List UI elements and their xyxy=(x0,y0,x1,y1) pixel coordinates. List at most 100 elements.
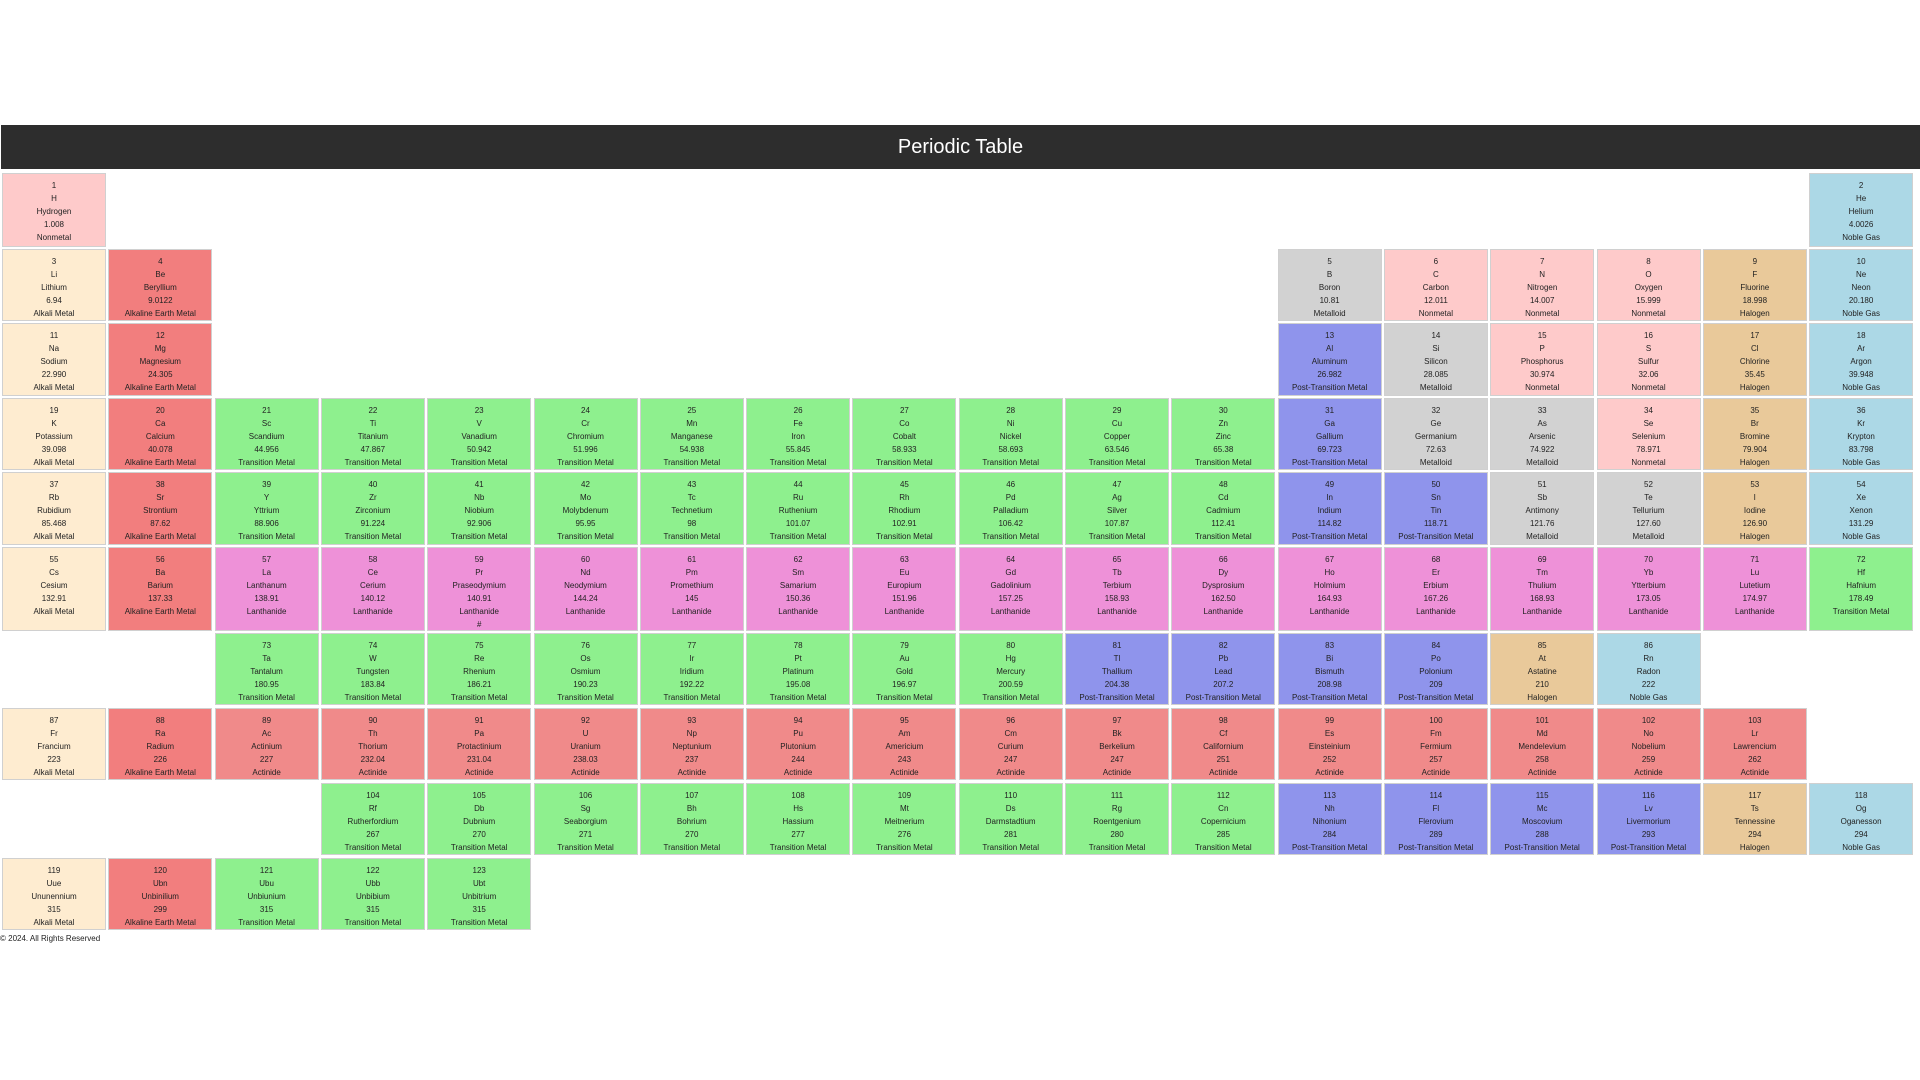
element-cell-eu[interactable]: 63 Eu Europium 151.96 Lanthanide xyxy=(852,547,957,631)
element-cell-pa[interactable]: 91 Pa Protactinium 231.04 Actinide xyxy=(427,708,532,780)
element-cell-zn[interactable]: 30 Zn Zinc 65.38 Transition Metal xyxy=(1171,398,1276,470)
element-cell-ac[interactable]: 89 Ac Actinium 227 Actinide xyxy=(214,708,319,780)
element-cell-co[interactable]: 27 Co Cobalt 58.933 Transition Metal xyxy=(852,398,957,470)
element-cell-ge[interactable]: 32 Ge Germanium 72.63 Metalloid xyxy=(1383,398,1488,470)
element-cell-mc[interactable]: 115 Mc Moscovium 288 Post-Transition Metal xyxy=(1490,783,1595,855)
element-cell-ra[interactable]: 88 Ra Radium 226 Alkaline Earth Metal xyxy=(108,708,213,780)
element-cell-v[interactable]: 23 V Vanadium 50.942 Transition Metal xyxy=(427,398,532,470)
element-cell-lr[interactable]: 103 Lr Lawrencium 262 Actinide xyxy=(1702,708,1807,780)
element-cell-cn[interactable]: 112 Cn Copernicium 285 Transition Metal xyxy=(1171,783,1276,855)
element-cell-u[interactable]: 92 U Uranium 238.03 Actinide xyxy=(533,708,638,780)
element-cell-ar[interactable]: 18 Ar Argon 39.948 Noble Gas xyxy=(1809,323,1914,396)
element-cell-fe[interactable]: 26 Fe Iron 55.845 Transition Metal xyxy=(746,398,851,470)
element-cell-o[interactable]: 8 O Oxygen 15.999 Nonmetal xyxy=(1596,249,1701,321)
element-cell-si[interactable]: 14 Si Silicon 28.085 Metalloid xyxy=(1383,323,1488,396)
element-cell-au[interactable]: 79 Au Gold 196.97 Transition Metal xyxy=(852,633,957,705)
element-cell-po[interactable]: 84 Po Polonium 209 Post-Transition Metal xyxy=(1383,633,1488,705)
element-cell-tm[interactable]: 69 Tm Thulium 168.93 Lanthanide xyxy=(1490,547,1595,631)
element-cell-sg[interactable]: 106 Sg Seaborgium 271 Transition Metal xyxy=(533,783,638,855)
element-cell-ni[interactable]: 28 Ni Nickel 58.693 Transition Metal xyxy=(958,398,1063,470)
element-cell-pr[interactable]: 59 Pr Praseodymium 140.91 Lanthanide # xyxy=(427,547,532,631)
element-cell-k[interactable]: 19 K Potassium 39.098 Alkali Metal xyxy=(2,398,106,470)
element-cell-w[interactable]: 74 W Tungsten 183.84 Transition Metal xyxy=(320,633,425,705)
element-cell-lu[interactable]: 71 Lu Lutetium 174.97 Lanthanide xyxy=(1702,547,1807,631)
element-cell-ca[interactable]: 20 Ca Calcium 40.078 Alkaline Earth Metal xyxy=(108,398,213,470)
element-cell-th[interactable]: 90 Th Thorium 232.04 Actinide xyxy=(320,708,425,780)
element-cell-pt[interactable]: 78 Pt Platinum 195.08 Transition Metal xyxy=(746,633,851,705)
element-cell-cs[interactable]: 55 Cs Cesium 132.91 Alkali Metal xyxy=(2,547,106,631)
element-cell-rf[interactable]: 104 Rf Rutherfordium 267 Transition Metal xyxy=(320,783,425,855)
element-cell-cl[interactable]: 17 Cl Chlorine 35.45 Halogen xyxy=(1702,323,1807,396)
element-cell-ce[interactable]: 58 Ce Cerium 140.12 Lanthanide xyxy=(320,547,425,631)
element-cell-rh[interactable]: 45 Rh Rhodium 102.91 Transition Metal xyxy=(852,472,957,545)
element-cell-f[interactable]: 9 F Fluorine 18.998 Halogen xyxy=(1702,249,1807,321)
element-cell-nd[interactable]: 60 Nd Neodymium 144.24 Lanthanide xyxy=(533,547,638,631)
element-cell-la[interactable]: 57 La Lanthanum 138.91 Lanthanide xyxy=(214,547,319,631)
element-cell-tb[interactable]: 65 Tb Terbium 158.93 Lanthanide xyxy=(1065,547,1169,631)
element-cell-yb[interactable]: 70 Yb Ytterbium 173.05 Lanthanide xyxy=(1596,547,1701,631)
element-cell-cr[interactable]: 24 Cr Chromium 51.996 Transition Metal xyxy=(533,398,638,470)
element-cell-gd[interactable]: 64 Gd Gadolinium 157.25 Lanthanide xyxy=(958,547,1063,631)
element-cell-sr[interactable]: 38 Sr Strontium 87.62 Alkaline Earth Metal xyxy=(108,472,213,545)
element-cell-sm[interactable]: 62 Sm Samarium 150.36 Lanthanide xyxy=(746,547,851,631)
element-cell-fr[interactable]: 87 Fr Francium 223 Alkali Metal xyxy=(2,708,106,780)
element-cell-he[interactable]: 2 He Helium 4.0026 Noble Gas xyxy=(1809,173,1914,247)
element-cell-lv[interactable]: 116 Lv Livermorium 293 Post-Transition Metal xyxy=(1596,783,1701,855)
element-cell-p[interactable]: 15 P Phosphorus 30.974 Nonmetal xyxy=(1490,323,1595,396)
element-cell-es[interactable]: 99 Es Einsteinium 252 Actinide xyxy=(1277,708,1382,780)
element-cell-y[interactable]: 39 Y Yttrium 88.906 Transition Metal xyxy=(214,472,319,545)
element-cell-mn[interactable]: 25 Mn Manganese 54.938 Transition Metal xyxy=(639,398,744,470)
element-cell-hf[interactable]: 72 Hf Hafnium 178.49 Transition Metal xyxy=(1809,547,1914,631)
element-cell-hg[interactable]: 80 Hg Mercury 200.59 Transition Metal xyxy=(958,633,1063,705)
element-cell-mg[interactable]: 12 Mg Magnesium 24.305 Alkaline Earth Metal xyxy=(108,323,213,396)
element-cell-pm[interactable]: 61 Pm Promethium 145 Lanthanide xyxy=(639,547,744,631)
element-cell-no[interactable]: 102 No Nobelium 259 Actinide xyxy=(1596,708,1701,780)
element-cell-db[interactable]: 105 Db Dubnium 270 Transition Metal xyxy=(427,783,532,855)
element-cell-cf[interactable]: 98 Cf Californium 251 Actinide xyxy=(1171,708,1276,780)
element-cell-fl[interactable]: 114 Fl Flerovium 289 Post-Transition Metal xyxy=(1383,783,1488,855)
element-cell-tl[interactable]: 81 Tl Thallium 204.38 Post-Transition Metal xyxy=(1065,633,1169,705)
element-cell-h[interactable]: 1 H Hydrogen 1.008 Nonmetal xyxy=(2,173,106,247)
element-cell-br[interactable]: 35 Br Bromine 79.904 Halogen xyxy=(1702,398,1807,470)
element-cell-os[interactable]: 76 Os Osmium 190.23 Transition Metal xyxy=(533,633,638,705)
element-cell-ubt[interactable]: 123 Ubt Unbitrium 315 Transition Metal xyxy=(427,858,532,930)
element-cell-uue[interactable]: 119 Uue Ununennium 315 Alkali Metal xyxy=(2,858,106,930)
element-cell-sb[interactable]: 51 Sb Antimony 121.76 Metalloid xyxy=(1490,472,1595,545)
element-cell-rg[interactable]: 111 Rg Roentgenium 280 Transition Metal xyxy=(1065,783,1169,855)
element-cell-og[interactable]: 118 Og Oganesson 294 Noble Gas xyxy=(1809,783,1914,855)
element-cell-ts[interactable]: 117 Ts Tennessine 294 Halogen xyxy=(1702,783,1807,855)
element-cell-al[interactable]: 13 Al Aluminum 26.982 Post-Transition Metal xyxy=(1277,323,1382,396)
element-cell-rb[interactable]: 37 Rb Rubidium 85.468 Alkali Metal xyxy=(2,472,106,545)
element-cell-rn[interactable]: 86 Rn Radon 222 Noble Gas xyxy=(1596,633,1701,705)
element-cell-n[interactable]: 7 N Nitrogen 14.007 Nonmetal xyxy=(1490,249,1595,321)
element-cell-nb[interactable]: 41 Nb Niobium 92.906 Transition Metal xyxy=(427,472,532,545)
element-cell-ru[interactable]: 44 Ru Ruthenium 101.07 Transition Metal xyxy=(746,472,851,545)
element-cell-kr[interactable]: 36 Kr Krypton 83.798 Noble Gas xyxy=(1809,398,1914,470)
element-cell-se[interactable]: 34 Se Selenium 78.971 Nonmetal xyxy=(1596,398,1701,470)
element-cell-er[interactable]: 68 Er Erbium 167.26 Lanthanide xyxy=(1383,547,1488,631)
element-cell-ubb[interactable]: 122 Ubb Unbibium 315 Transition Metal xyxy=(320,858,425,930)
element-cell-mo[interactable]: 42 Mo Molybdenum 95.95 Transition Metal xyxy=(533,472,638,545)
element-cell-ir[interactable]: 77 Ir Iridium 192.22 Transition Metal xyxy=(639,633,744,705)
element-cell-bh[interactable]: 107 Bh Bohrium 270 Transition Metal xyxy=(639,783,744,855)
element-cell-ubn[interactable]: 120 Ubn Unbinilium 299 Alkaline Earth Metal xyxy=(108,858,213,930)
element-cell-sc[interactable]: 21 Sc Scandium 44.956 Transition Metal xyxy=(214,398,319,470)
element-cell-np[interactable]: 93 Np Neptunium 237 Actinide xyxy=(639,708,744,780)
element-cell-be[interactable]: 4 Be Beryllium 9.0122 Alkaline Earth Metal xyxy=(108,249,213,321)
element-cell-ba[interactable]: 56 Ba Barium 137.33 Alkaline Earth Metal xyxy=(108,547,213,631)
element-cell-pb[interactable]: 82 Pb Lead 207.2 Post-Transition Metal xyxy=(1171,633,1276,705)
element-cell-nh[interactable]: 113 Nh Nihonium 284 Post-Transition Metal xyxy=(1277,783,1382,855)
element-cell-cm[interactable]: 96 Cm Curium 247 Actinide xyxy=(958,708,1063,780)
element-cell-ti[interactable]: 22 Ti Titanium 47.867 Transition Metal xyxy=(320,398,425,470)
element-cell-i[interactable]: 53 I Iodine 126.90 Halogen xyxy=(1702,472,1807,545)
element-cell-am[interactable]: 95 Am Americium 243 Actinide xyxy=(852,708,957,780)
element-cell-fm[interactable]: 100 Fm Fermium 257 Actinide xyxy=(1383,708,1488,780)
element-cell-ta[interactable]: 73 Ta Tantalum 180.95 Transition Metal xyxy=(214,633,319,705)
element-cell-dy[interactable]: 66 Dy Dysprosium 162.50 Lanthanide xyxy=(1171,547,1276,631)
element-cell-b[interactable]: 5 B Boron 10.81 Metalloid xyxy=(1277,249,1382,321)
element-cell-bk[interactable]: 97 Bk Berkelium 247 Actinide xyxy=(1065,708,1169,780)
element-cell-ds[interactable]: 110 Ds Darmstadtium 281 Transition Metal xyxy=(958,783,1063,855)
element-cell-te[interactable]: 52 Te Tellurium 127.60 Metalloid xyxy=(1596,472,1701,545)
element-cell-hs[interactable]: 108 Hs Hassium 277 Transition Metal xyxy=(746,783,851,855)
element-cell-md[interactable]: 101 Md Mendelevium 258 Actinide xyxy=(1490,708,1595,780)
